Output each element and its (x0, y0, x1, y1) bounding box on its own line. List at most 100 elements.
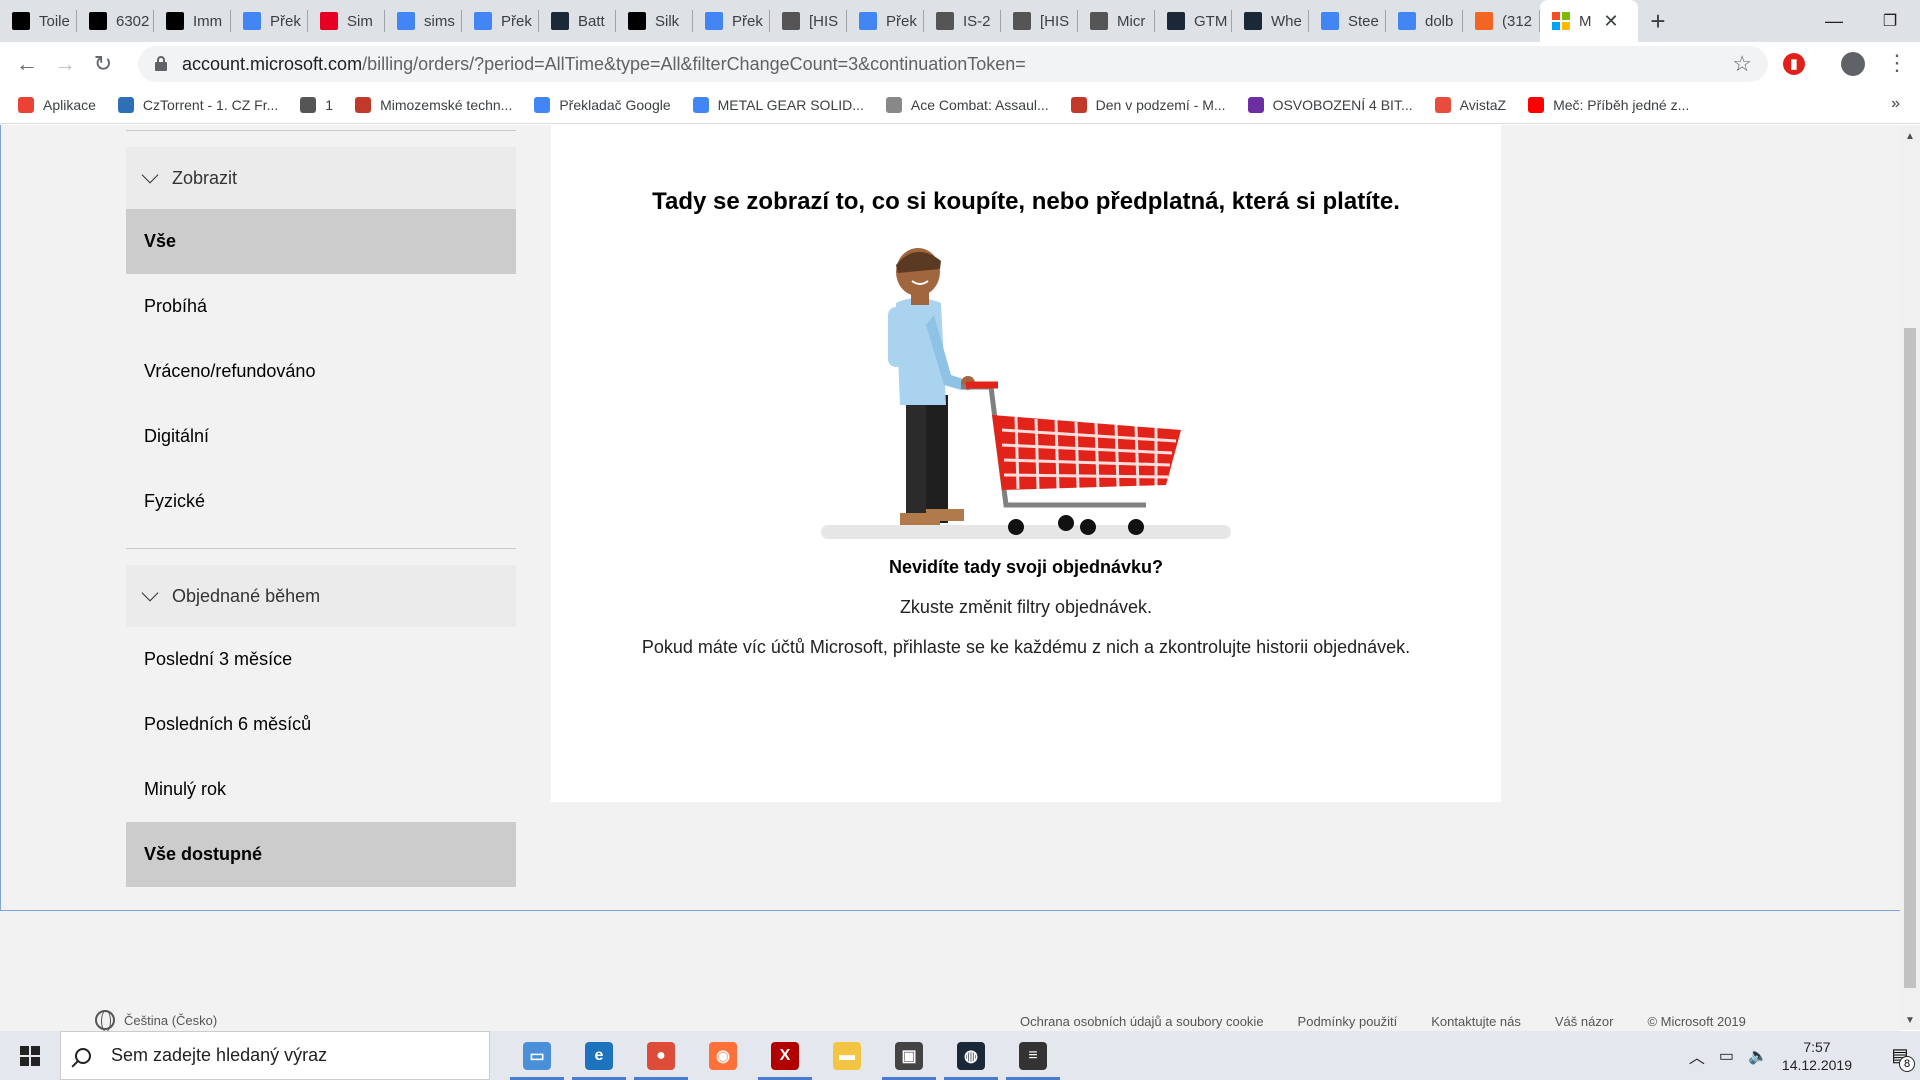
footer-link[interactable]: Podmínky použití (1298, 1014, 1398, 1029)
notification-count-badge: 8 (1899, 1056, 1915, 1072)
maximize-button[interactable]: ❐ (1862, 0, 1918, 42)
bookmark-item[interactable]: Překladač Google (534, 96, 671, 113)
taskbar-app-laptop[interactable]: ▭ (506, 1031, 568, 1080)
system-clock[interactable]: 7:57 14.12.2019 (1782, 1038, 1852, 1074)
taskbar-app-firefox[interactable]: ◉ (692, 1031, 754, 1080)
browser-tab[interactable]: GTM (1155, 0, 1232, 42)
volume-icon[interactable]: 🔈 (1748, 1046, 1768, 1066)
apps-grid-icon (18, 96, 34, 113)
empty-state-title: Tady se zobrazí to, co si koupíte, nebo … (652, 188, 1400, 215)
shopper-with-cart-illustration (821, 248, 1231, 539)
taskbar-app-steam[interactable]: ◍ (940, 1031, 1002, 1080)
network-icon[interactable]: ▭ (1719, 1046, 1734, 1066)
adblock-extension-icon[interactable]: ▮ (1783, 53, 1805, 75)
bookmark-item[interactable]: OSVOBOZENÍ 4 BIT... (1247, 96, 1413, 113)
new-tab-button[interactable]: + (1638, 0, 1678, 42)
close-tab-icon[interactable]: ✕ (1604, 11, 1619, 32)
tab-microsoft-account[interactable]: M ✕ (1540, 0, 1638, 42)
browser-tab[interactable]: sims (385, 0, 462, 42)
taskbar-search-box[interactable]: Sem zadejte hledaný výraz (60, 1031, 490, 1080)
start-button[interactable] (0, 1031, 60, 1080)
browser-tab[interactable]: (312 (1463, 0, 1540, 42)
sidebar-filter-option[interactable]: Poslední 3 měsíce (126, 627, 516, 692)
bookmark-item[interactable]: Den v podzemí - M... (1070, 96, 1226, 113)
page-scrollbar[interactable]: ▲ ▼ (1900, 125, 1920, 1030)
chrome-menu-icon[interactable]: ⋮ (1886, 50, 1908, 76)
sidebar-filter-option[interactable]: Vráceno/refundováno (126, 339, 516, 404)
browser-tab[interactable]: Silk (616, 0, 693, 42)
browser-tab[interactable]: Toile (0, 0, 77, 42)
browser-tab[interactable]: Přek (462, 0, 539, 42)
chevron-down-icon (141, 584, 159, 602)
taskbar-app-monitor-app[interactable]: ▣ (878, 1031, 940, 1080)
bookmark-item[interactable]: CzTorrent - 1. CZ Fr... (117, 96, 278, 113)
scroll-down-arrow-icon[interactable]: ▼ (1905, 1015, 1915, 1026)
taskbar-app-file-explorer[interactable]: ▬ (816, 1031, 878, 1080)
taskbar-app-xcom[interactable]: X (754, 1031, 816, 1080)
bookmark-item[interactable]: AvistaZ (1434, 96, 1506, 113)
minimize-button[interactable]: — (1806, 0, 1862, 42)
file-explorer-icon: ▬ (833, 1041, 861, 1070)
browser-tab[interactable]: Sim (308, 0, 385, 42)
action-center-icon[interactable]: ▤ 8 (1880, 1031, 1920, 1080)
sidebar-filter-option[interactable]: Digitální (126, 404, 516, 469)
bookmark-item[interactable]: 1 (300, 96, 333, 113)
scroll-up-arrow-icon[interactable]: ▲ (1905, 131, 1915, 142)
disk-app-icon: ≡ (1019, 1041, 1047, 1070)
bookmark-apps[interactable]: Aplikace (18, 96, 96, 113)
browser-tab[interactable]: IS-2 (924, 0, 1001, 42)
browser-tab[interactable]: Přek (847, 0, 924, 42)
back-button[interactable]: ← (8, 45, 46, 83)
footer-link[interactable]: Kontaktujte nás (1431, 1014, 1521, 1029)
bookmark-item[interactable]: Meč: Příběh jedné z... (1528, 96, 1689, 113)
plane-icon (782, 12, 800, 30)
sidebar-filter-option[interactable]: Fyzické (126, 469, 516, 534)
reload-button[interactable]: ↻ (84, 45, 122, 83)
tab-label: Přek (886, 12, 917, 30)
profile-avatar-icon[interactable] (1841, 52, 1865, 76)
tab-label: Whe (1271, 12, 1302, 30)
address-bar[interactable]: account.microsoft.com/billing/orders/?pe… (138, 46, 1768, 82)
filter-section-period[interactable]: Objednané během (126, 565, 516, 627)
bookmark-item[interactable]: Ace Combat: Assaul... (885, 96, 1049, 113)
browser-tab[interactable]: Micr (1078, 0, 1155, 42)
taskbar-app-disk-app[interactable]: ≡ (1002, 1031, 1064, 1080)
language-selector[interactable]: Čeština (Česko) (95, 1010, 217, 1032)
taskbar-app-chrome[interactable]: ● (630, 1031, 692, 1080)
browser-tab[interactable]: Stee (1309, 0, 1386, 42)
browser-tab[interactable]: [HIS (1001, 0, 1078, 42)
google-icon (397, 12, 415, 30)
pinterest-icon (320, 12, 338, 30)
browser-tab[interactable]: 6302 (77, 0, 154, 42)
footer-link[interactable]: Ochrana osobních údajů a soubory cookie (1020, 1014, 1264, 1029)
browser-tab[interactable]: Přek (693, 0, 770, 42)
filter-section-zobrazit[interactable]: Zobrazit (126, 147, 516, 209)
bookmark-star-icon[interactable]: ☆ (1732, 51, 1752, 77)
browser-tab[interactable]: Imm (154, 0, 231, 42)
tab-label: 6302 (116, 12, 150, 30)
browser-tab[interactable]: Whe (1232, 0, 1309, 42)
browser-tab[interactable]: dolb (1386, 0, 1463, 42)
sidebar-filter-option[interactable]: Vše (126, 209, 516, 274)
sidebar-filter-option[interactable]: Minulý rok (126, 757, 516, 822)
bookmark-item[interactable]: Mimozemské techn... (355, 96, 512, 113)
bookmark-item[interactable]: METAL GEAR SOLID... (692, 96, 864, 113)
taskbar-app-edge[interactable]: e (568, 1031, 630, 1080)
browser-tab[interactable]: Přek (231, 0, 308, 42)
sidebar-filter-option[interactable]: Posledních 6 měsíců (126, 692, 516, 757)
page-footer: Čeština (Česko) Ochrana osobních údajů a… (0, 911, 1900, 1032)
browser-tab[interactable]: Batt (539, 0, 616, 42)
footer-link[interactable]: Váš názor (1555, 1014, 1614, 1029)
globe-icon (936, 12, 954, 30)
bookmarks-bar: Aplikace CzTorrent - 1. CZ Fr... 1 Mimozems… (0, 86, 1920, 124)
forward-button[interactable]: → (46, 45, 84, 83)
show-hidden-icons-chevron-icon[interactable]: ︿ (1689, 1044, 1705, 1068)
browser-tab[interactable]: [HIS (770, 0, 847, 42)
bookmarks-overflow-button[interactable]: » (1891, 95, 1900, 113)
sidebar-filter-option[interactable]: Vše dostupné (126, 822, 516, 887)
tab-label: Stee (1348, 12, 1379, 30)
edge-icon: e (585, 1041, 613, 1070)
taskbar-pinned-apps: ▭ e ● ◉ X ▬ ▣ ◍ ≡ (506, 1031, 1064, 1080)
sidebar-filter-option[interactable]: Probíhá (126, 274, 516, 339)
scroll-thumb[interactable] (1904, 328, 1916, 988)
